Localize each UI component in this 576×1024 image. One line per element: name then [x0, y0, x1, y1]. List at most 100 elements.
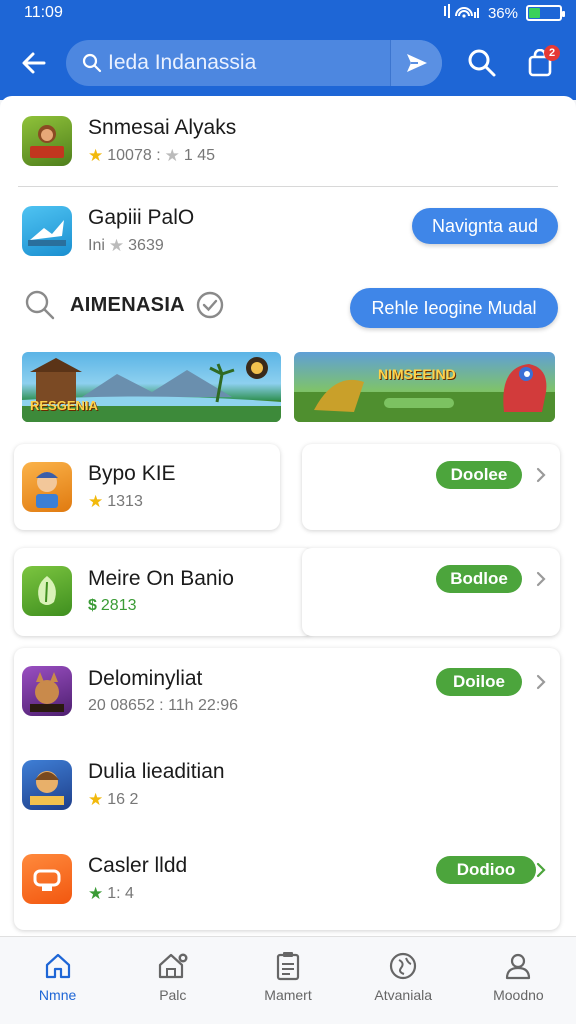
search-submit-button[interactable]	[390, 40, 442, 86]
app-name: Gapiii PalO	[88, 206, 195, 229]
app-rating: 1: 4	[107, 885, 134, 902]
chevron-right-icon[interactable]	[534, 570, 548, 588]
download-button[interactable]: Doolee	[436, 461, 522, 489]
battery-icon	[526, 5, 565, 21]
home-icon	[45, 953, 70, 979]
app-icon	[22, 462, 72, 512]
section-header: AIMENASIA	[24, 289, 225, 321]
battery-percent: 36%	[487, 4, 518, 22]
status-time: 11:09	[24, 4, 63, 21]
promo-banner[interactable]: NIMSEEIND	[294, 352, 555, 422]
cart-button[interactable]: 2	[514, 37, 566, 89]
app-name: Meire On Banio	[88, 567, 234, 590]
app-icon	[22, 566, 72, 616]
app-rating: 1313	[107, 493, 143, 510]
nav-item-store[interactable]: Palc	[115, 937, 230, 1024]
app-list-card: Delominyliat 20 08652 : 11h 22:96 Doiloe…	[14, 648, 560, 930]
download-button[interactable]: Dodioo	[436, 856, 536, 884]
main-content: Snmesai Alyaks ★ 10078 : ★ 1 45 Gapiii P…	[0, 96, 576, 936]
globe-icon	[390, 952, 417, 980]
app-meta: 20 08652 : 11h 22:96	[88, 697, 239, 714]
app-card[interactable]: Bypo KIE ★ 1313	[14, 444, 280, 530]
app-rating: 10078 :	[107, 147, 161, 164]
download-button[interactable]: Doiloe	[436, 668, 522, 696]
app-icon	[22, 854, 72, 904]
nav-label: Atvaniala	[374, 987, 432, 1003]
nav-item-market[interactable]: Mamert	[230, 937, 345, 1024]
app-meta: ★ 1: 4	[88, 884, 187, 904]
app-icon	[22, 760, 72, 810]
status-bar: 11:09 36%	[0, 0, 576, 26]
top-app-bar: 2	[0, 26, 576, 100]
app-icon	[22, 206, 72, 256]
app-name: Delominyliat	[88, 667, 203, 690]
nav-label: Nmne	[38, 987, 77, 1003]
star-icon: ★	[88, 492, 104, 511]
app-card-action[interactable]: Bodloe	[302, 548, 560, 636]
app-icon	[22, 666, 72, 716]
price-icon: $	[88, 597, 97, 614]
header-search-button[interactable]	[456, 37, 508, 89]
nav-item-home[interactable]: Nmne	[0, 937, 115, 1024]
app-name: Snmesai Alyaks	[88, 116, 237, 139]
app-icon	[22, 116, 72, 166]
chevron-right-icon[interactable]	[534, 861, 548, 879]
section-action-button[interactable]: Rehle Ieogine Mudal	[350, 288, 558, 328]
app-meta: Ini ★ 3639	[88, 236, 194, 256]
person-icon	[506, 953, 531, 980]
status-icons: 36%	[443, 4, 565, 22]
banner-label: RESGENIA	[30, 398, 98, 413]
star-icon: ★	[88, 790, 104, 809]
search-bar[interactable]	[66, 40, 442, 86]
app-rating: 16 2	[107, 791, 139, 808]
signal-icon	[443, 4, 480, 22]
star-icon: ★	[164, 146, 180, 165]
back-arrow-icon	[22, 52, 46, 74]
nav-item-explore[interactable]: Atvaniala	[346, 937, 461, 1024]
chevron-right-icon[interactable]	[534, 466, 548, 484]
search-icon	[82, 53, 102, 73]
app-meta: $ 2813	[88, 597, 234, 615]
app-list-item[interactable]: Delominyliat 20 08652 : 11h 22:96	[22, 666, 238, 716]
section-title: AIMENASIA	[70, 293, 185, 316]
search-icon	[25, 290, 55, 320]
app-name: Casler lldd	[88, 854, 188, 877]
chevron-right-icon[interactable]	[534, 673, 548, 691]
star-icon: ★	[88, 146, 104, 165]
nav-label: Mamert	[264, 987, 312, 1003]
search-icon	[468, 49, 496, 77]
app-rating: 2813	[100, 597, 137, 614]
navigate-button[interactable]: Navignta aud	[412, 208, 558, 244]
app-card-action[interactable]: Doolee	[302, 444, 560, 530]
promo-banner[interactable]: RESGENIA	[22, 352, 281, 422]
banner-label: NIMSEEIND	[378, 366, 456, 382]
search-input[interactable]	[108, 51, 378, 75]
app-card[interactable]: Meire On Banio $ 2813	[14, 548, 314, 636]
banner-illustration	[294, 364, 555, 422]
bottom-navigation: Nmne Palc Mamert Atvaniala Moodno	[0, 936, 576, 1024]
app-list-item[interactable]: Gapiii PalO Ini ★ 3639	[22, 206, 194, 256]
send-icon	[406, 54, 427, 72]
app-meta: ★ 1313	[88, 492, 176, 512]
star-icon: ★	[88, 884, 104, 903]
app-name: Dulia lieaditian	[88, 760, 225, 783]
app-name: Bypo KIE	[88, 462, 176, 485]
star-icon: ★	[108, 236, 125, 255]
divider	[18, 186, 558, 187]
back-button[interactable]	[6, 35, 62, 91]
check-circle-icon	[195, 290, 225, 320]
app-meta: ★ 10078 : ★ 1 45	[88, 146, 236, 166]
nav-label: Moodno	[493, 987, 544, 1003]
app-count: 1 45	[183, 147, 216, 164]
nav-label: Palc	[159, 987, 187, 1003]
app-list-item[interactable]: Dulia lieaditian ★ 16 2	[22, 760, 225, 810]
download-button[interactable]: Bodloe	[436, 565, 522, 593]
store-icon	[158, 953, 188, 979]
clipboard-icon	[276, 952, 300, 981]
app-meta: ★ 16 2	[88, 790, 225, 810]
app-list-item[interactable]: Casler lldd ★ 1: 4	[22, 854, 187, 904]
app-meta-prefix: Ini	[88, 237, 105, 254]
cart-badge: 2	[544, 45, 560, 61]
app-list-item[interactable]: Snmesai Alyaks ★ 10078 : ★ 1 45	[22, 116, 236, 166]
nav-item-profile[interactable]: Moodno	[461, 937, 576, 1024]
